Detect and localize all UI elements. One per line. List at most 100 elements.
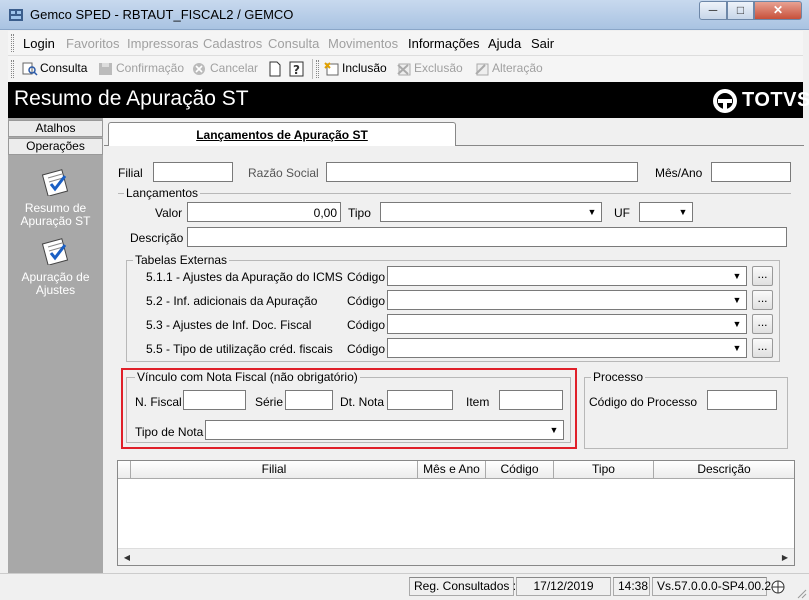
lookup-button[interactable]: ... [752, 266, 773, 286]
codigo-label: Código [347, 294, 386, 308]
lancamentos-grid[interactable]: Filial Mês e Ano Código Tipo Descrição ◀… [117, 460, 795, 566]
minimize-button[interactable]: ─ [699, 1, 727, 20]
notepad-check-icon[interactable] [38, 166, 72, 196]
menu-cadastros[interactable]: Cadastros [203, 36, 262, 51]
search-document-icon [22, 62, 38, 76]
menu-consulta[interactable]: Consulta [268, 36, 319, 51]
tabelas-externas-title: Tabelas Externas [133, 253, 230, 267]
status-bar: Reg. Consultados : 17/12/2019 14:38 Vs.5… [0, 573, 809, 600]
tab-operacoes[interactable]: Operações [8, 138, 103, 155]
item-field[interactable] [499, 390, 563, 410]
consulta-label: Consulta [40, 61, 88, 75]
sidebar-item-apuracao-ajustes[interactable]: Apuração de Ajustes [8, 271, 103, 297]
new-document-icon[interactable] [268, 61, 282, 77]
item-label: Item [466, 395, 490, 409]
exclusao-button[interactable]: Exclusão [396, 61, 463, 76]
grid-header-codigo[interactable]: Código [486, 461, 554, 479]
descricao-label: Descrição [130, 231, 184, 245]
inclusao-button[interactable]: Inclusão [324, 61, 387, 76]
codigo-processo-label: Código do Processo [589, 395, 698, 409]
filial-field[interactable] [153, 162, 233, 182]
razao-social-field[interactable] [326, 162, 638, 182]
cancel-icon [193, 62, 205, 75]
title-bar: Gemco SPED - RBTAUT_FISCAL2 / GEMCO ─ □ … [0, 0, 809, 30]
menu-movimentos[interactable]: Movimentos [328, 36, 398, 51]
confirmacao-button[interactable]: Confirmação [98, 61, 184, 76]
sidebar-item-label: Apuração ST [20, 214, 91, 228]
menu-ajuda[interactable]: Ajuda [488, 36, 521, 51]
grid-header-mes-ano[interactable]: Mês e Ano [418, 461, 486, 479]
tabela-row-label: 5.5 - Tipo de utilização créd. fiscais [146, 342, 333, 356]
delete-document-icon [397, 63, 411, 76]
lookup-button[interactable]: ... [752, 290, 773, 310]
inclusao-label: Inclusão [342, 61, 387, 75]
toolbar-separator [312, 59, 313, 79]
status-reg-consultados: Reg. Consultados : [409, 577, 516, 596]
sidebar-item-resumo-apuracao-st[interactable]: Resumo de Apuração ST [8, 202, 103, 228]
menu-impressoras[interactable]: Impressoras [127, 36, 199, 51]
serie-field[interactable] [285, 390, 333, 410]
tipo-utilizacao-cred-select[interactable]: ▼ [387, 338, 747, 358]
nfiscal-label: N. Fiscal [135, 395, 182, 409]
chevron-down-icon: ▼ [729, 268, 745, 284]
page-title: Resumo de Apuração ST [14, 87, 249, 110]
network-icon [771, 580, 785, 594]
inf-adicionais-apuracao-select[interactable]: ▼ [387, 290, 747, 310]
notepad-check-icon[interactable] [38, 235, 72, 265]
tipo-select[interactable]: ▼ [380, 202, 602, 222]
mes-ano-field[interactable] [711, 162, 791, 182]
save-icon [99, 62, 112, 75]
confirmacao-label: Confirmação [116, 61, 185, 75]
menu-informacoes[interactable]: Informações [408, 36, 480, 51]
ajustes-inf-doc-fiscal-select[interactable]: ▼ [387, 314, 747, 334]
status-time: 14:38 [613, 577, 650, 596]
scroll-left-icon[interactable]: ◀ [120, 551, 134, 564]
status-version: Vs.57.0.0.0-SP4.00.24 [652, 577, 778, 596]
cancelar-button[interactable]: Cancelar [192, 61, 258, 76]
descricao-field[interactable] [187, 227, 787, 247]
help-icon[interactable]: ? [288, 60, 306, 78]
menu-grip [11, 34, 14, 52]
lookup-button[interactable]: ... [752, 314, 773, 334]
ajustes-apuracao-icms-select[interactable]: ▼ [387, 266, 747, 286]
resize-grip-icon[interactable] [795, 587, 807, 599]
chevron-down-icon: ▼ [675, 204, 691, 220]
tabela-row-label: 5.3 - Ajustes de Inf. Doc. Fiscal [146, 318, 312, 332]
close-button[interactable]: ✕ [754, 1, 802, 20]
consulta-button[interactable]: Consulta [22, 61, 87, 76]
valor-field[interactable]: 0,00 [187, 202, 341, 222]
menu-login[interactable]: Login [23, 36, 55, 51]
alteracao-button[interactable]: Alteração [474, 61, 543, 76]
totvs-logo-icon [713, 89, 737, 113]
processo-title: Processo [591, 370, 646, 384]
codigo-label: Código [347, 342, 386, 356]
uf-select[interactable]: ▼ [639, 202, 693, 222]
tabela-row-label: 5.1.1 - Ajustes da Apuração do ICMS [146, 270, 343, 284]
grid-header-tipo[interactable]: Tipo [554, 461, 654, 479]
exclusao-label: Exclusão [414, 61, 463, 75]
nfiscal-field[interactable] [183, 390, 246, 410]
totvs-logo: TOTVS [712, 87, 809, 113]
tiponota-select[interactable]: ▼ [205, 420, 564, 440]
codigo-processo-field[interactable] [707, 390, 777, 410]
razao-social-label: Razão Social [248, 166, 319, 180]
lookup-button[interactable]: ... [752, 338, 773, 358]
chevron-down-icon: ▼ [729, 316, 745, 332]
maximize-button[interactable]: □ [727, 1, 754, 20]
chevron-down-icon: ▼ [546, 422, 562, 438]
menu-favoritos[interactable]: Favoritos [66, 36, 119, 51]
filial-label: Filial [118, 166, 143, 180]
menu-sair[interactable]: Sair [531, 36, 554, 51]
edit-document-icon [475, 63, 489, 76]
tab-lancamentos-apuracao-st[interactable]: Lançamentos de Apuração ST [108, 122, 456, 146]
grid-header-selector [118, 461, 131, 479]
dtnota-field[interactable] [387, 390, 453, 410]
grid-header-filial[interactable]: Filial [131, 461, 418, 479]
grid-header-descricao[interactable]: Descrição [654, 461, 794, 479]
scroll-right-icon[interactable]: ▶ [778, 551, 792, 564]
vinculo-title: Vínculo com Nota Fiscal (não obrigatório… [135, 370, 360, 384]
tabela-row-label: 5.2 - Inf. adicionais da Apuração [146, 294, 318, 308]
tab-atalhos[interactable]: Atalhos [8, 120, 103, 137]
horizontal-scrollbar[interactable]: ◀ ▶ [118, 548, 794, 565]
dtnota-label: Dt. Nota [340, 395, 385, 409]
